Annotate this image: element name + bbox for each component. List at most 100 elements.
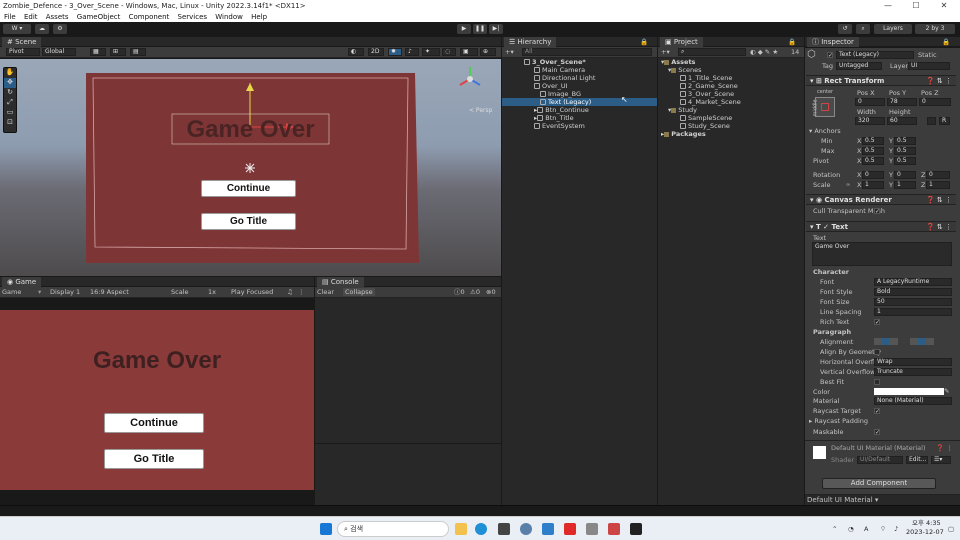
folder-scenes[interactable]: ▾ Scenes [668,66,701,74]
align-geometry-checkbox[interactable] [874,349,880,355]
tab-inspector[interactable]: ⓘ Inspector [807,37,859,47]
tab-game[interactable]: ◉ Game [2,277,42,287]
raycast-target-checkbox[interactable]: ✓ [874,408,880,415]
v-overflow-dropdown[interactable]: Truncate [874,368,952,376]
menu-file[interactable]: File [4,12,16,22]
posx-field[interactable]: 0 [855,98,885,106]
folder-assets[interactable]: ▾ Assets [661,58,695,66]
list-item[interactable]: ▸ Btn_Title [534,114,574,122]
rect-transform-header[interactable]: ▾ ⊞ Rect Transform ❓ ⇅ ⋮ [806,75,956,86]
move-tool-icon[interactable]: ✥ [4,78,16,88]
menu-help[interactable]: Help [251,12,267,22]
filter-icons[interactable]: ◐ ◆ ✎ ★ [750,48,778,56]
clock-time[interactable]: 오후 4:35 [912,519,941,527]
material-menu-icon[interactable]: ❓ ⋮ [936,444,953,452]
pivot-x[interactable]: 0.5 [862,157,884,165]
taskbar-search[interactable]: ⌕ 검색 [337,521,449,537]
scale-z[interactable]: 1 [926,181,950,189]
list-item[interactable]: Image_BG [540,90,581,98]
anchor-min-x[interactable]: 0.5 [862,137,884,145]
list-item[interactable]: Directional Light [534,74,595,82]
text-area[interactable]: Game Over [812,242,952,266]
create-asset-icon[interactable]: +▾ [661,48,670,56]
width-field[interactable]: 320 [855,117,885,125]
unity-hub-icon[interactable] [586,523,598,535]
collab-icon[interactable]: ⚙ [53,24,67,34]
material-field[interactable]: None (Material) [874,397,952,405]
wifi-icon[interactable]: ⌔ [880,525,886,533]
tab-hierarchy[interactable]: ☰ Hierarchy [504,37,557,47]
list-item[interactable]: Study_Scene [680,122,730,130]
hierarchy-search[interactable]: All [522,48,652,56]
list-item[interactable]: ▸ Btn_Continue [534,106,589,114]
transform-tool-icon[interactable]: ⊡ [4,118,16,128]
draw-mode-icon[interactable]: ◐ [348,48,364,56]
shader-list-icon[interactable]: ☰▾ [931,456,951,464]
tag-dropdown[interactable]: Untagged [836,62,882,70]
pause-icon[interactable]: ❚❚ [473,24,487,34]
static-toggle[interactable]: Static [918,51,937,59]
game-continue-button[interactable]: Continue [104,413,204,433]
scale-x[interactable]: 1 [862,181,884,189]
mute-icon[interactable]: ♫ [287,288,293,296]
rich-text-checkbox[interactable]: ✓ [874,319,880,326]
app-icon[interactable] [608,523,620,535]
light-icon[interactable]: ✹ [388,48,402,56]
hidden-icon[interactable]: ◌ [442,48,456,56]
hand-tool-icon[interactable]: ✋ [4,68,16,78]
pivot-dropdown[interactable]: Pivot [6,48,40,56]
link-icon[interactable]: ∞ [846,181,850,189]
increment-icon[interactable]: ▤ [130,48,146,56]
eyedropper-icon[interactable]: ✎ [944,387,949,395]
cull-checkbox[interactable]: ✓ [874,208,880,215]
unity-icon[interactable] [630,523,642,535]
edge-icon[interactable] [475,523,487,535]
tray-chevron-icon[interactable]: ⌃ [832,525,837,533]
clock-date[interactable]: 2023-12-07 [906,528,944,536]
lock-icon[interactable]: 🔒 [640,38,648,46]
scene-continue-button[interactable]: Continue [201,180,296,197]
persp-label[interactable]: < Persp [469,107,492,114]
history-icon[interactable]: ↺ [838,24,852,34]
rotation-x[interactable]: 0 [862,171,884,179]
tab-console[interactable]: ▤ Console [317,277,364,287]
orientation-gizmo[interactable] [459,67,481,86]
notification-icon[interactable]: ▢ [948,525,954,533]
rotation-y[interactable]: 0 [894,171,916,179]
global-dropdown[interactable]: Global [42,48,76,56]
start-icon[interactable] [320,523,332,535]
posz-field[interactable]: 0 [919,98,951,106]
list-item-selected[interactable]: Text (Legacy) [540,98,591,106]
grid-icon[interactable]: ▦ [90,48,106,56]
list-item[interactable]: SampleScene [680,114,732,122]
shader-edit-button[interactable]: Edit... [906,456,928,464]
posy-field[interactable]: 78 [887,98,917,106]
tab-scene[interactable]: # Scene [2,37,42,47]
object-name-field[interactable]: Text (Legacy) [836,51,914,59]
active-checkbox[interactable]: ✓ [827,52,833,59]
clear-button[interactable]: Clear [317,288,334,296]
stats-icon[interactable]: ⋮ [298,288,305,296]
scene-gotitle-button[interactable]: Go Title [201,213,296,230]
menu-edit[interactable]: Edit [24,12,38,22]
scale-value[interactable]: 1x [208,288,216,296]
vscode-icon[interactable] [542,523,554,535]
tab-project[interactable]: ▣ Project [660,37,703,47]
display-dropdown[interactable]: Display 1 [50,288,80,296]
folder-packages[interactable]: ▸ Packages [661,130,706,138]
file-explorer-icon[interactable] [455,523,467,535]
menu-services[interactable]: Services [178,12,208,22]
h-overflow-dropdown[interactable]: Wrap [874,358,952,366]
hierarchy-tree[interactable]: 3_Over_Scene* Main Camera Directional Li… [502,58,657,505]
layers-dropdown[interactable]: Layers [874,24,912,34]
game-viewport[interactable]: Game Over Continue Go Title [0,310,314,490]
project-tree[interactable]: ▾ Assets ▾ Scenes 1_Title_Scene 2_Game_Sce… [658,58,804,505]
close-icon[interactable]: ✕ [930,0,958,12]
add-object-icon[interactable]: +▾ [505,48,514,56]
store-icon[interactable] [498,523,510,535]
pivot-y[interactable]: 0.5 [894,157,916,165]
anchor-max-x[interactable]: 0.5 [862,147,884,155]
color-swatch[interactable] [874,388,944,395]
play-focused-dropdown[interactable]: Play Focused [231,288,273,296]
font-style-dropdown[interactable]: Bold [874,288,952,296]
